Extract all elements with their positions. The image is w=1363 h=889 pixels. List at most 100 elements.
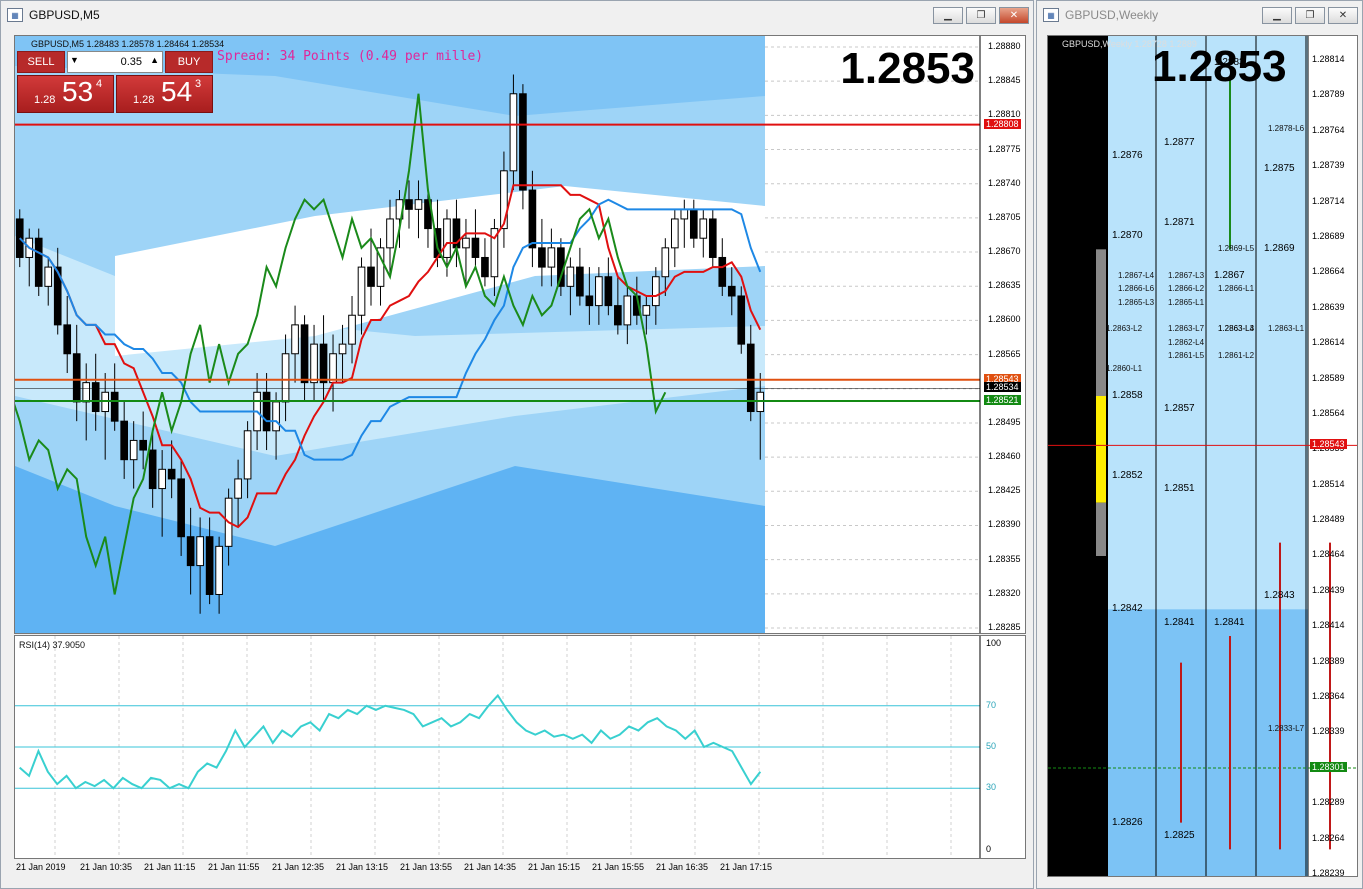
bull-candle-body xyxy=(443,218,451,258)
sell-price-prefix: 1.28 xyxy=(34,94,56,106)
weekly-value-label: 1.2876 xyxy=(1112,150,1143,161)
grey-bar-low xyxy=(1096,502,1106,556)
sell-price-button[interactable]: 1.28 53 4 xyxy=(17,75,114,113)
weekly-tick-label: 1.28564 xyxy=(1312,407,1345,418)
weekly-tick-label: 1.28464 xyxy=(1312,549,1345,560)
minimize-button[interactable]: ▁ xyxy=(933,7,963,24)
time-tick-label: 21 Jan 12:35 xyxy=(272,862,325,872)
chart-header: GBPUSD,M5 1.28483 1.28578 1.28464 1.2853… xyxy=(31,39,225,49)
weekly-tick-label: 1.28764 xyxy=(1312,124,1345,135)
price-tick-label: 1.28285 xyxy=(988,622,1021,632)
price-tick-label: 1.28355 xyxy=(988,553,1021,564)
level-label: 1.2866-L6 xyxy=(1118,284,1155,294)
bull-candle-body xyxy=(414,199,423,210)
bull-candle-body xyxy=(386,218,394,249)
bull-candle-body xyxy=(129,439,138,461)
level-label: 1.2867-L4 xyxy=(1118,271,1155,280)
bull-candle-body xyxy=(338,343,347,355)
weekly-tick-label: 1.28639 xyxy=(1312,301,1345,312)
rsi-pane[interactable]: RSI(14) 37.9050 100 70 50 30 0 xyxy=(14,635,1026,859)
main-titlebar[interactable]: ▦ GBPUSD,M5 ▁ ❐ ✕ xyxy=(1,1,1033,29)
buy-price-button[interactable]: 1.28 54 3 xyxy=(116,75,213,113)
weekly-price-tag: 1.28301 xyxy=(1310,762,1347,772)
bear-candle-body xyxy=(205,536,214,595)
price-tick-label: 1.28460 xyxy=(988,451,1021,462)
level-label: 1.2861-L2 xyxy=(1218,351,1255,360)
bear-candle-body xyxy=(110,391,119,422)
price-chart-pane[interactable]: GBPUSD,M5 1.28483 1.28578 1.28464 1.2853… xyxy=(14,35,1026,634)
bear-candle-body xyxy=(177,478,185,538)
rsi-tick-label: 0 xyxy=(986,844,992,854)
weekly-value-label: 1.2841 xyxy=(1164,616,1195,628)
sell-price-big: 53 xyxy=(62,76,94,107)
big-price-display: 1.2853 xyxy=(840,44,975,93)
price-tag: 1.28534 xyxy=(984,382,1021,393)
bull-candle-body xyxy=(642,305,651,316)
price-tick-label: 1.28390 xyxy=(988,519,1021,530)
weekly-tick-label: 1.28414 xyxy=(1312,620,1345,631)
weekly-value-label: 1.2843 xyxy=(1264,590,1295,601)
weekly-value-label: 1.2857 xyxy=(1164,403,1195,415)
bear-candle-body xyxy=(481,256,489,278)
bear-candle-body xyxy=(528,189,537,249)
weekly-tick-label: 1.28789 xyxy=(1312,89,1345,100)
price-tick-label: 1.28320 xyxy=(988,587,1021,598)
weekly-tick-label: 1.28339 xyxy=(1312,726,1345,737)
minimize-icon: ▁ xyxy=(944,10,952,21)
weekly-value-label: 1.2867 xyxy=(1214,270,1245,281)
buy-price-sup: 3 xyxy=(195,78,202,90)
weekly-value-label: 1.2825 xyxy=(1164,830,1195,841)
bear-candle-body xyxy=(585,295,594,307)
weekly-value-label: 1.2871 xyxy=(1164,216,1195,228)
sell-button[interactable]: SELL xyxy=(17,51,65,73)
weekly-minimize-button[interactable]: ▁ xyxy=(1262,7,1292,24)
time-tick-label: 21 Jan 17:15 xyxy=(720,862,773,872)
weekly-maximize-button[interactable]: ❐ xyxy=(1295,7,1325,24)
bull-candle-body xyxy=(661,247,670,278)
bear-candle-body xyxy=(300,324,309,384)
weekly-tick-label: 1.28589 xyxy=(1312,372,1345,383)
level-label: 1.2863-L3 xyxy=(1218,324,1255,334)
bear-candle-body xyxy=(139,439,147,451)
buy-button[interactable]: BUY xyxy=(165,51,213,73)
level-label: 1.2862-L4 xyxy=(1168,337,1205,347)
bear-candle-body xyxy=(708,218,717,258)
weekly-titlebar[interactable]: ▦ GBPUSD,Weekly ▁ ❐ ✕ xyxy=(1037,1,1362,29)
bull-candle-body xyxy=(670,218,679,249)
level-label: 1.2833-L7 xyxy=(1268,724,1305,734)
bull-candle-body xyxy=(348,314,356,345)
main-chart-window[interactable]: ▦ GBPUSD,M5 ▁ ❐ ✕ GBPUSD,M5 1.28483 1.28… xyxy=(0,0,1034,889)
weekly-close-button[interactable]: ✕ xyxy=(1328,7,1358,24)
lot-down-icon[interactable]: ▼ xyxy=(70,55,79,65)
weekly-chart-window[interactable]: ▦ GBPUSD,Weekly ▁ ❐ ✕ GBPUSD,Weekly 1.28… xyxy=(1036,0,1363,889)
bear-candle-body xyxy=(405,199,413,210)
price-tick-label: 1.28705 xyxy=(988,211,1021,222)
bull-candle-body xyxy=(547,247,556,268)
weekly-value-label: 1.2842 xyxy=(1112,603,1143,615)
bear-candle-body xyxy=(319,343,328,384)
lot-up-icon[interactable]: ▲ xyxy=(150,55,159,65)
time-tick-label: 21 Jan 15:55 xyxy=(592,862,645,872)
close-button[interactable]: ✕ xyxy=(999,7,1029,24)
lot-size-value[interactable]: 0.35 xyxy=(121,56,142,68)
lot-size-stepper[interactable]: ▼ 0.35 ▲ xyxy=(67,51,163,73)
one-click-trading-panel[interactable]: SELL ▼ 0.35 ▲ BUY 1.28 53 4 1.28 54 3 xyxy=(17,51,213,113)
level-label: 1.2867-L3 xyxy=(1168,271,1205,280)
bull-candle-body xyxy=(509,93,518,172)
time-tick-label: 21 Jan 13:55 xyxy=(400,862,453,872)
bull-candle-body xyxy=(196,536,204,567)
weekly-chart-pane[interactable]: GBPUSD,Weekly 1.28728 1.2889 1.2853 1.28… xyxy=(1047,35,1358,877)
rsi-tick-label: 50 xyxy=(986,741,997,751)
bear-candle-body xyxy=(718,256,727,287)
bear-candle-body xyxy=(538,247,546,268)
maximize-button[interactable]: ❐ xyxy=(966,7,996,24)
time-tick-label: 21 Jan 15:15 xyxy=(528,862,581,872)
weekly-window-title: GBPUSD,Weekly xyxy=(1065,8,1159,22)
chart-window-icon: ▦ xyxy=(7,8,23,22)
bull-candle-body xyxy=(310,343,318,384)
level-label: 1.2865-L3 xyxy=(1118,297,1155,307)
bull-candle-body xyxy=(357,266,366,316)
weekly-tick-label: 1.28614 xyxy=(1312,337,1345,348)
bear-candle-body xyxy=(63,324,72,355)
level-label: 1.2866-L1 xyxy=(1218,284,1255,294)
